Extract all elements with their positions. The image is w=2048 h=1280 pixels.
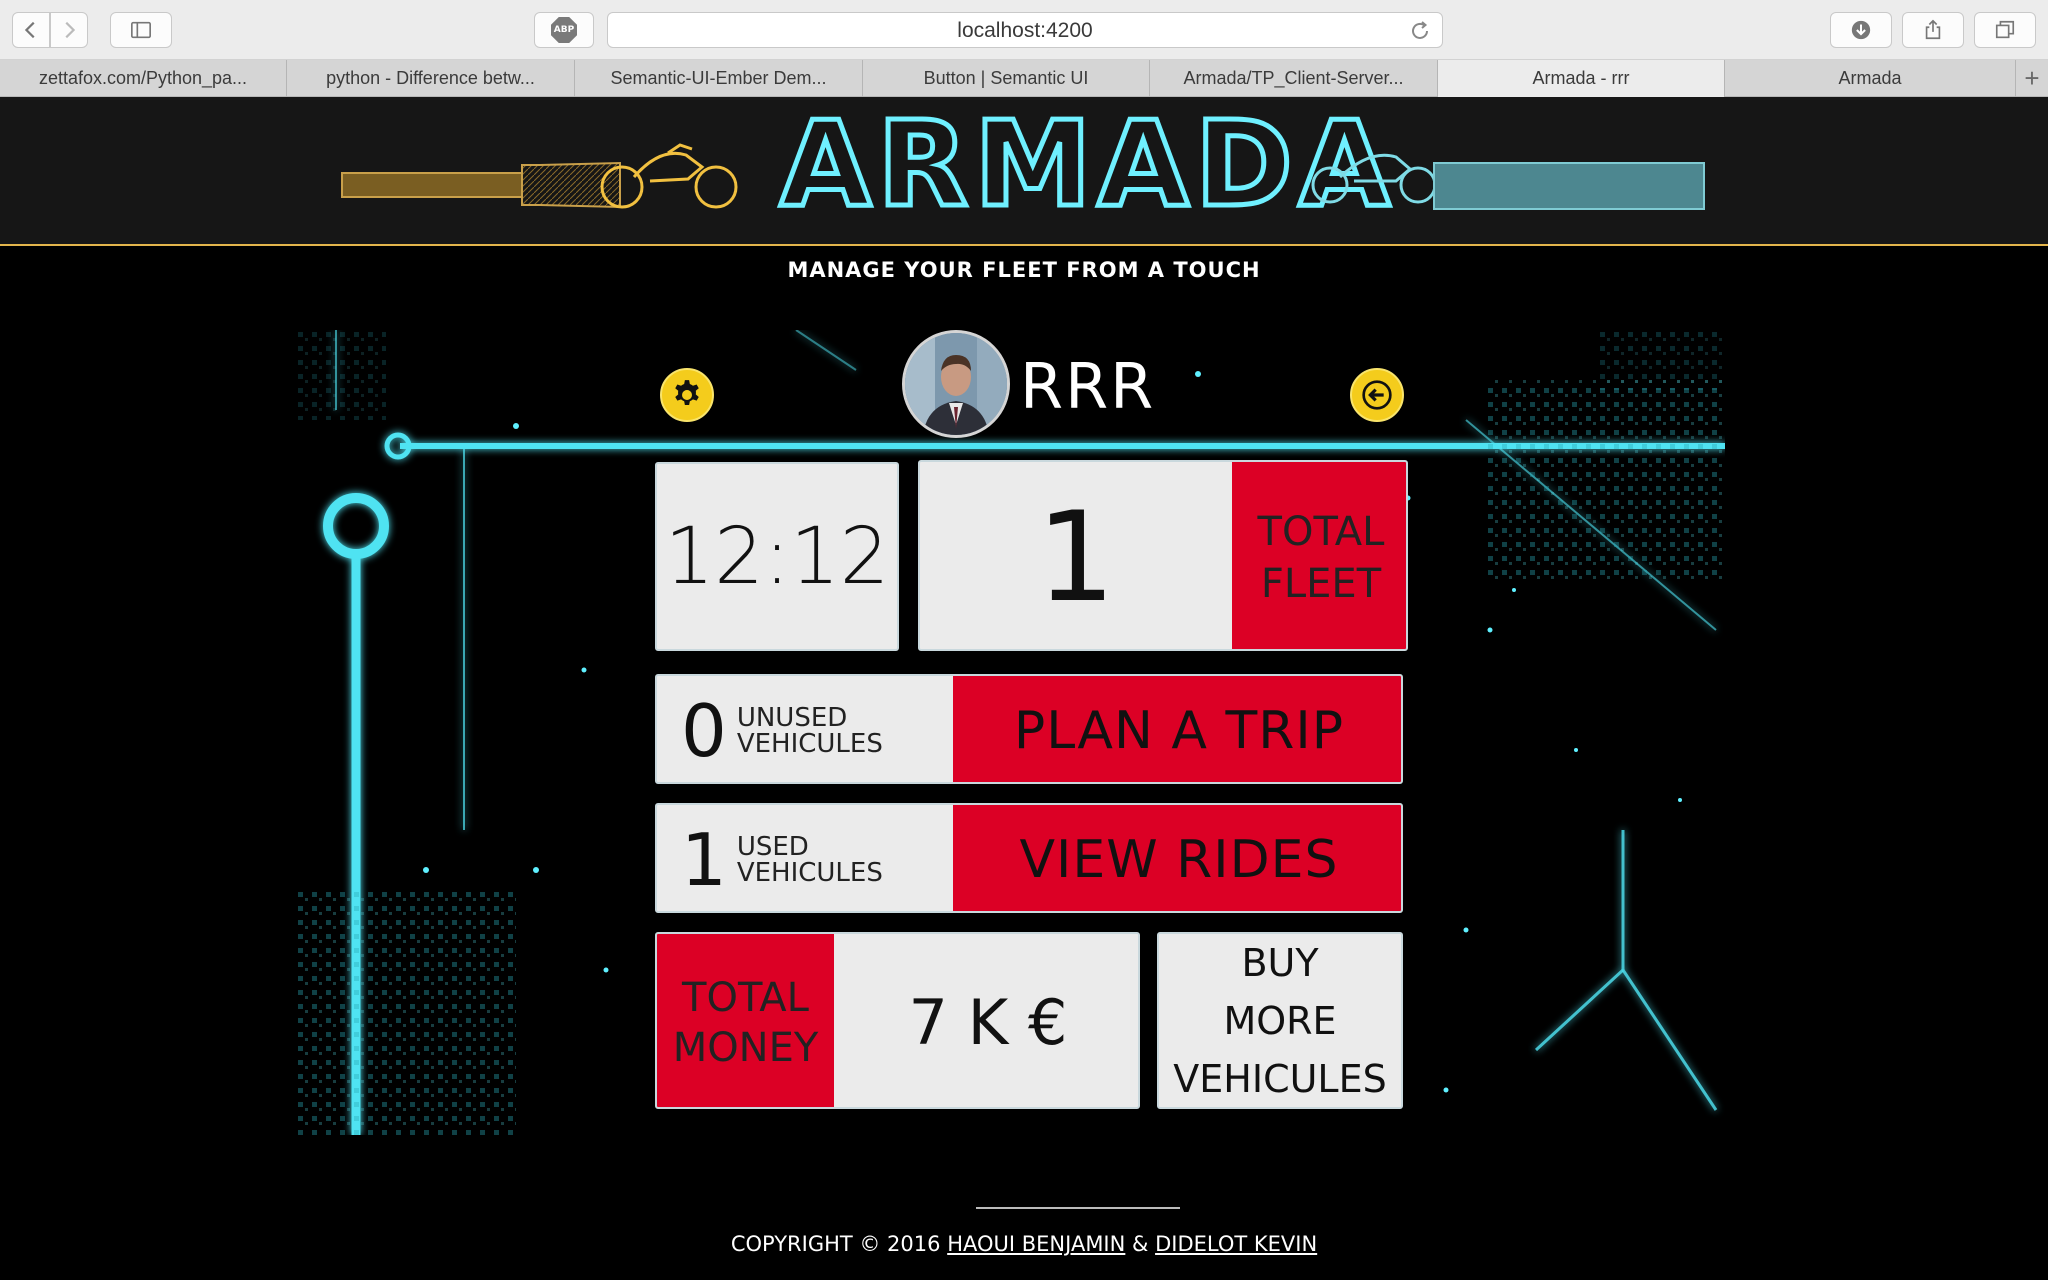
sidebar-toggle-button[interactable] xyxy=(110,12,172,48)
settings-button[interactable] xyxy=(660,368,714,422)
browser-toolbar: ABP localhost:4200 xyxy=(0,0,2048,60)
address-bar[interactable]: localhost:4200 xyxy=(607,12,1443,48)
tab-zettafox[interactable]: zettafox.com/Python_pa... xyxy=(0,60,287,97)
fleet-count: 1 xyxy=(1036,485,1116,630)
downloads-button[interactable] xyxy=(1830,12,1892,48)
username: RRR xyxy=(1020,350,1156,423)
footer-divider xyxy=(976,1207,1180,1209)
forward-button[interactable] xyxy=(50,12,88,48)
logout-button[interactable] xyxy=(1350,368,1404,422)
clock-card: 12:12 xyxy=(655,462,899,651)
footer: COPYRIGHT © 2016 HAOUI BENJAMIN & DIDELO… xyxy=(0,1232,2048,1256)
share-button[interactable] xyxy=(1902,12,1964,48)
total-fleet-label: TOTAL FLEET xyxy=(1232,462,1406,649)
used-label-line-2: VEHICULES xyxy=(736,858,883,888)
tab-armada-github[interactable]: Armada/TP_Client-Server... xyxy=(1150,60,1438,97)
url-text: localhost:4200 xyxy=(957,19,1093,42)
plan-a-trip-button[interactable]: PLAN A TRIP xyxy=(953,676,1401,782)
tab-armada[interactable]: Armada xyxy=(1725,60,2016,97)
used-vehicles-stat: 1 USED VEHICULES xyxy=(657,805,953,911)
fleet-label-line-2: FLEET xyxy=(1260,560,1382,607)
money-label-line-2: MONEY xyxy=(672,1024,819,1071)
total-money-card: TOTAL MONEY 7 K € xyxy=(655,932,1140,1109)
app-header: ARMADA xyxy=(0,97,2048,246)
chevron-left-icon xyxy=(24,21,35,39)
chevron-right-icon xyxy=(65,21,76,39)
tab-python-difference[interactable]: python - Difference betw... xyxy=(287,60,575,97)
money-label-line-1: TOTAL xyxy=(682,974,809,1021)
fleet-label-line-1: TOTAL xyxy=(1257,508,1385,555)
unused-label-line-2: VEHICULES xyxy=(736,729,883,759)
money-value: 7 K € xyxy=(908,986,1068,1059)
total-fleet-card: 1 TOTAL FLEET xyxy=(918,460,1408,651)
buy-label-line-1: BUY xyxy=(1241,940,1319,985)
armada-logo[interactable]: ARMADA xyxy=(330,97,1720,246)
author-link-didelot[interactable]: DIDELOT KEVIN xyxy=(1155,1232,1317,1256)
copyright-text: COPYRIGHT © 2016 xyxy=(730,1232,948,1256)
used-count: 1 xyxy=(681,818,727,902)
share-icon xyxy=(1925,19,1941,40)
unused-count: 0 xyxy=(681,689,727,773)
unused-label: UNUSED VEHICULES xyxy=(737,705,883,757)
gear-icon xyxy=(675,380,699,406)
gold-lightcycle-icon xyxy=(600,143,738,209)
download-icon xyxy=(1851,20,1871,40)
new-tab-button[interactable]: + xyxy=(2016,60,2048,97)
tabs-overview-icon xyxy=(1995,20,2015,39)
author-separator: & xyxy=(1125,1232,1156,1256)
reload-icon[interactable] xyxy=(1408,19,1432,43)
unused-vehicles-row: 0 UNUSED VEHICULES PLAN A TRIP xyxy=(655,674,1403,784)
buy-label-line-3: VEHICULES xyxy=(1173,1056,1387,1101)
sidebar-icon xyxy=(131,21,151,39)
avatar-photo xyxy=(905,333,1007,435)
arrow-left-circle-icon xyxy=(1362,380,1392,410)
view-rides-button[interactable]: VIEW RIDES xyxy=(953,805,1401,911)
tab-semantic-ui-ember[interactable]: Semantic-UI-Ember Dem... xyxy=(575,60,863,97)
used-vehicles-row: 1 USED VEHICULES VIEW RIDES xyxy=(655,803,1403,913)
back-button[interactable] xyxy=(12,12,50,48)
user-avatar[interactable] xyxy=(902,330,1010,438)
adblock-icon: ABP xyxy=(551,17,577,43)
clock-time: 12:12 xyxy=(664,511,890,602)
tagline: MANAGE YOUR FLEET FROM A TOUCH xyxy=(787,258,1261,282)
author-link-haoui[interactable]: HAOUI BENJAMIN xyxy=(947,1232,1125,1256)
buy-label-line-2: MORE xyxy=(1223,998,1337,1043)
dashboard-stage: RRR 12:12 1 TOTAL FLEET 0 UNUSED VEHICUL… xyxy=(296,330,1725,1135)
show-tabs-button[interactable] xyxy=(1974,12,2036,48)
tab-bar: zettafox.com/Python_pa... python - Diffe… xyxy=(0,60,2048,97)
unused-vehicles-stat: 0 UNUSED VEHICULES xyxy=(657,676,953,782)
total-money-label: TOTAL MONEY xyxy=(657,934,834,1107)
used-label: USED VEHICULES xyxy=(737,834,883,886)
tab-button-semantic-ui[interactable]: Button | Semantic UI xyxy=(863,60,1150,97)
logo-wordmark: ARMADA xyxy=(780,97,1396,233)
tab-armada-rrr[interactable]: Armada - rrr xyxy=(1438,60,1725,97)
adblock-button[interactable]: ABP xyxy=(534,12,594,48)
buy-more-vehicles-button[interactable]: BUY MORE VEHICULES xyxy=(1157,932,1403,1109)
